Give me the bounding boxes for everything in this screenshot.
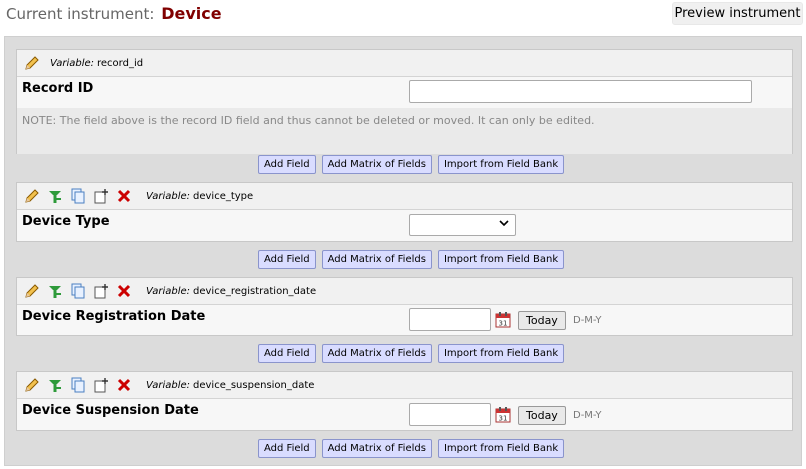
variable-name: Variable: device_type (146, 190, 254, 202)
record-id-note: NOTE: The field above is the record ID f… (22, 114, 595, 127)
branching-icon[interactable] (46, 376, 64, 394)
add-field-button[interactable]: Add Field (258, 250, 316, 269)
variable-name: Variable: device_registration_date (146, 285, 317, 297)
instrument-designer: Variable: record_id Record ID NOTE: The f… (4, 36, 802, 466)
today-button[interactable]: Today (518, 406, 566, 425)
current-instrument: Current instrument: Device (6, 4, 222, 23)
date-format-label: D-M-Y (573, 410, 602, 421)
move-icon[interactable] (92, 376, 110, 394)
field-device-registration-date: Variable: device_registration_date Device… (16, 277, 793, 336)
field-label: Device Registration Date (22, 309, 206, 324)
add-field-row: Add Field Add Matrix of Fields Import fr… (258, 155, 570, 174)
add-field-button[interactable]: Add Field (258, 155, 316, 174)
variable-name: Variable: record_id (50, 57, 144, 69)
add-matrix-button[interactable]: Add Matrix of Fields (321, 439, 432, 458)
add-matrix-button[interactable]: Add Matrix of Fields (321, 250, 432, 269)
field-label: Device Type (22, 214, 110, 229)
field-header: Variable: device_suspension_date (17, 372, 792, 399)
field-label: Device Suspension Date (22, 403, 199, 418)
copy-icon[interactable] (69, 282, 87, 300)
add-field-row: Add Field Add Matrix of Fields Import fr… (258, 250, 570, 269)
add-field-button[interactable]: Add Field (258, 344, 316, 363)
field-label: Record ID (22, 81, 94, 96)
chevron-down-icon (499, 219, 509, 230)
import-field-bank-button[interactable]: Import from Field Bank (437, 155, 565, 174)
top-bar: Current instrument: Device Preview instr… (0, 0, 806, 30)
instrument-name: Device (161, 4, 222, 23)
field-header: Variable: device_type (17, 183, 792, 210)
variable-name: Variable: device_suspension_date (146, 379, 315, 391)
calendar-icon[interactable]: 31 (495, 406, 511, 423)
add-matrix-button[interactable]: Add Matrix of Fields (321, 155, 432, 174)
device-type-select[interactable] (409, 214, 516, 236)
pencil-icon[interactable] (23, 54, 41, 72)
field-body: Record ID (17, 77, 792, 108)
field-record-id: Variable: record_id Record ID NOTE: The f… (16, 49, 793, 154)
import-field-bank-button[interactable]: Import from Field Bank (437, 344, 565, 363)
copy-icon[interactable] (69, 376, 87, 394)
field-header: Variable: record_id (17, 50, 792, 77)
branching-icon[interactable] (46, 282, 64, 300)
preview-instrument-button[interactable]: Preview instrument (672, 2, 803, 25)
add-field-button[interactable]: Add Field (258, 439, 316, 458)
delete-icon[interactable] (115, 187, 133, 205)
delete-icon[interactable] (115, 282, 133, 300)
field-body: Device Registration Date 31 Today D-M-Y (17, 305, 792, 335)
calendar-icon[interactable]: 31 (495, 311, 511, 328)
copy-icon[interactable] (69, 187, 87, 205)
pencil-icon[interactable] (23, 187, 41, 205)
svg-text:31: 31 (499, 320, 508, 328)
import-field-bank-button[interactable]: Import from Field Bank (437, 439, 565, 458)
move-icon[interactable] (92, 187, 110, 205)
date-format-label: D-M-Y (573, 315, 602, 326)
registration-date-input[interactable] (409, 308, 491, 331)
today-button[interactable]: Today (518, 311, 566, 330)
pencil-icon[interactable] (23, 376, 41, 394)
field-body: Device Type (17, 210, 792, 241)
add-matrix-button[interactable]: Add Matrix of Fields (321, 344, 432, 363)
note-area: NOTE: The field above is the record ID f… (17, 108, 792, 154)
svg-text:31: 31 (499, 415, 508, 423)
suspension-date-input[interactable] (409, 403, 491, 426)
field-header: Variable: device_registration_date (17, 278, 792, 305)
import-field-bank-button[interactable]: Import from Field Bank (437, 250, 565, 269)
move-icon[interactable] (92, 282, 110, 300)
field-device-type: Variable: device_type Device Type (16, 182, 793, 242)
record-id-input[interactable] (409, 80, 752, 103)
current-instrument-label: Current instrument: (6, 5, 155, 23)
pencil-icon[interactable] (23, 282, 41, 300)
field-device-suspension-date: Variable: device_suspension_date Device S… (16, 371, 793, 431)
add-field-row: Add Field Add Matrix of Fields Import fr… (258, 344, 570, 363)
field-body: Device Suspension Date 31 Today D-M-Y (17, 399, 792, 430)
delete-icon[interactable] (115, 376, 133, 394)
add-field-row: Add Field Add Matrix of Fields Import fr… (258, 439, 570, 458)
branching-icon[interactable] (46, 187, 64, 205)
